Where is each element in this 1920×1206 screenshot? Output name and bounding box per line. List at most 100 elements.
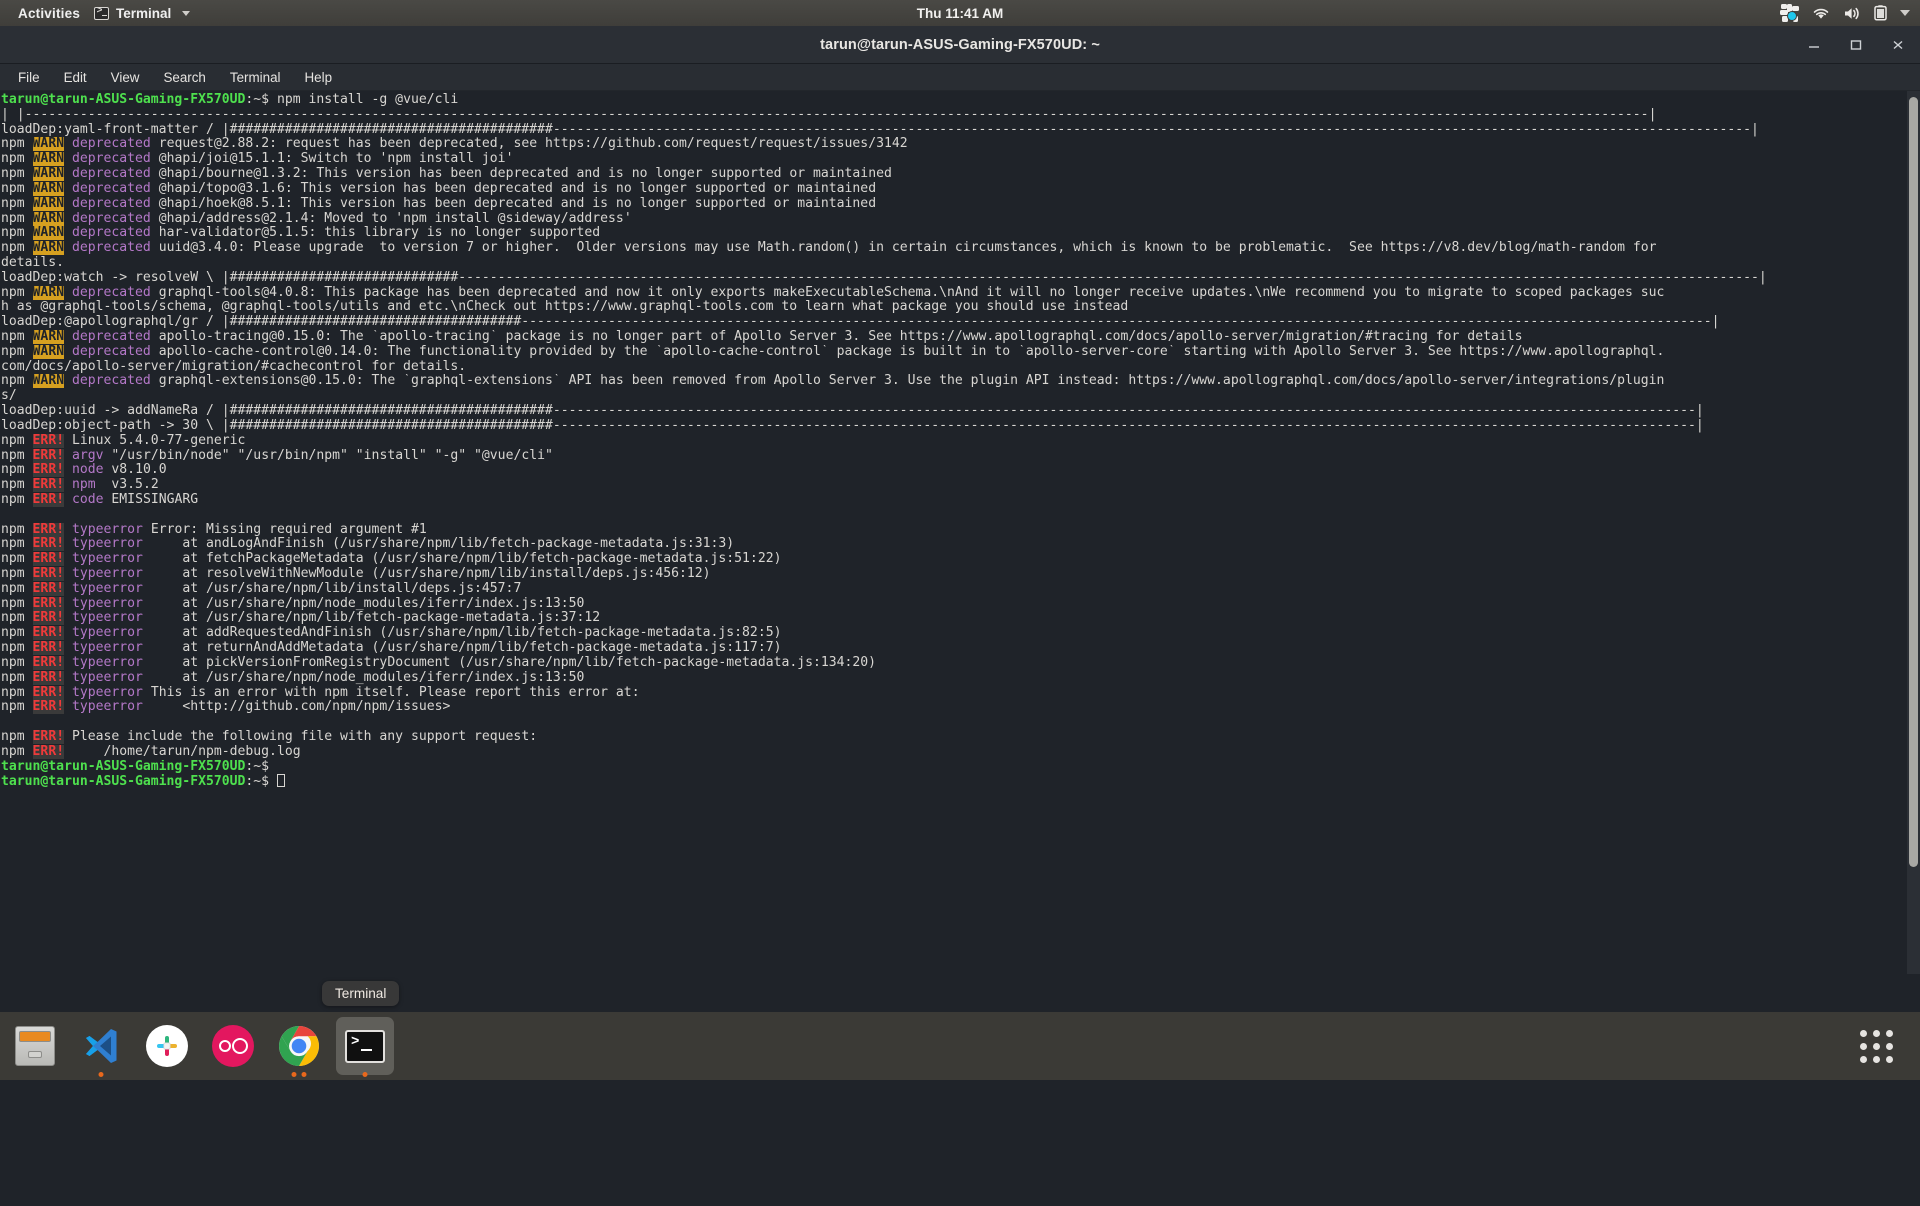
terminal-text: ERR! — [33, 434, 65, 448]
terminal-text: npm — [1, 745, 33, 759]
terminal-text: ERR! — [33, 478, 65, 492]
app-grid-icon — [1860, 1030, 1893, 1063]
terminal-text — [64, 597, 72, 611]
terminal-text: npm — [1, 330, 33, 344]
terminal-text: graphql-extensions@0.15.0: The `graphql-… — [151, 374, 1665, 388]
terminal-line: npm ERR! code EMISSINGARG — [1, 493, 1920, 508]
wifi-icon[interactable] — [1812, 6, 1830, 20]
terminal-text: deprecated — [72, 167, 151, 181]
dock-item-files[interactable] — [6, 1017, 64, 1075]
terminal-text: <http://github.com/npm/npm/issues> — [143, 700, 450, 714]
terminal-text: WARN — [33, 345, 65, 359]
volume-icon[interactable] — [1843, 6, 1861, 21]
terminal-text: npm — [1, 197, 33, 211]
terminal-line: npm ERR! typeerror This is an error with… — [1, 686, 1920, 701]
show-applications-button[interactable] — [1846, 1012, 1906, 1080]
terminal-text: ERR! — [33, 493, 65, 507]
oo-icon — [212, 1025, 254, 1067]
terminal-icon — [94, 7, 109, 20]
terminal-line: npm ERR! typeerror at /usr/share/npm/lib… — [1, 611, 1920, 626]
running-indicator — [99, 1072, 104, 1077]
terminal-text: @hapi/bourne@1.3.2: This version has bee… — [151, 167, 892, 181]
terminal-text: loadDep:object-path -> 30 \ |###########… — [1, 419, 1704, 433]
terminal-line: npm WARN deprecated @hapi/hoek@8.5.1: Th… — [1, 197, 1920, 212]
terminal-line: npm ERR! /home/tarun/npm-debug.log — [1, 745, 1920, 760]
terminal-output[interactable]: tarun@tarun-ASUS-Gaming-FX570UD:~$ npm i… — [0, 91, 1920, 789]
terminal-text: npm install -g @vue/cli — [277, 93, 458, 107]
terminal-line: npm ERR! Please include the following fi… — [1, 730, 1920, 745]
terminal-line — [1, 508, 1920, 523]
terminal-text: apollo-cache-control@0.14.0: The functio… — [151, 345, 1665, 359]
terminal-text: npm — [1, 730, 33, 744]
terminal-scrollbar[interactable] — [1907, 91, 1920, 974]
terminal-text — [64, 345, 72, 359]
window-title-bar[interactable]: tarun@tarun-ASUS-Gaming-FX570UD: ~ — [0, 26, 1920, 64]
terminal-text: deprecated — [72, 197, 151, 211]
menu-item-search[interactable]: Search — [153, 67, 215, 88]
menu-item-help[interactable]: Help — [295, 67, 343, 88]
terminal-text: /home/tarun/npm-debug.log — [64, 745, 301, 759]
terminal-text: npm — [1, 182, 33, 196]
terminal-text — [64, 463, 72, 477]
terminal-line: npm WARN deprecated @hapi/address@2.1.4:… — [1, 212, 1920, 227]
dock-item-chrome[interactable] — [270, 1017, 328, 1075]
terminal-text: argv — [72, 449, 104, 463]
terminal-line: details. — [1, 256, 1920, 271]
terminal-line: npm ERR! typeerror at /usr/share/npm/nod… — [1, 597, 1920, 612]
terminal-line: loadDep:uuid -> addNameRa / |###########… — [1, 404, 1920, 419]
terminal-text: tarun@tarun-ASUS-Gaming-FX570UD — [1, 760, 245, 774]
menu-item-terminal[interactable]: Terminal — [220, 67, 291, 88]
dock-item-oo[interactable] — [204, 1017, 262, 1075]
app-menu-button[interactable]: Terminal — [94, 6, 190, 21]
terminal-text: deprecated — [72, 226, 151, 240]
app-menu-label: Terminal — [116, 6, 171, 21]
terminal-line: npm WARN deprecated @hapi/bourne@1.3.2: … — [1, 167, 1920, 182]
terminal-text: npm — [1, 137, 33, 151]
pinwheel-icon[interactable] — [1780, 4, 1799, 23]
terminal-text: ERR! — [33, 567, 65, 581]
terminal-text: typeerror — [72, 656, 143, 670]
terminal-line: tarun@tarun-ASUS-Gaming-FX570UD:~$ — [1, 760, 1920, 775]
activities-button[interactable]: Activities — [0, 6, 94, 21]
terminal-text: npm — [1, 478, 33, 492]
terminal-line: npm ERR! typeerror at andLogAndFinish (/… — [1, 537, 1920, 552]
maximize-button[interactable] — [1846, 35, 1866, 55]
terminal-text — [64, 241, 72, 255]
menu-item-file[interactable]: File — [8, 67, 50, 88]
terminal-text: v3.5.2 — [96, 478, 159, 492]
menu-item-edit[interactable]: Edit — [54, 67, 97, 88]
tray-chevron-down-icon[interactable] — [1900, 10, 1910, 16]
minimize-button[interactable] — [1804, 35, 1824, 55]
terminal-text: at returnAndAddMetadata (/usr/share/npm/… — [143, 641, 782, 655]
terminal-line: npm ERR! npm v3.5.2 — [1, 478, 1920, 493]
dock-item-slack[interactable] — [138, 1017, 196, 1075]
gnome-top-bar: Activities Terminal Thu 11:41 AM — [0, 0, 1920, 26]
terminal-text: npm — [72, 478, 96, 492]
terminal-line: npm ERR! typeerror at pickVersionFromReg… — [1, 656, 1920, 671]
scrollbar-thumb[interactable] — [1909, 97, 1918, 867]
terminal-text: npm — [1, 686, 33, 700]
terminal-text: code — [72, 493, 104, 507]
terminal-text: at pickVersionFromRegistryDocument (/usr… — [143, 656, 876, 670]
terminal-text: h as @graphql-tools/schema, @graphql-too… — [1, 300, 1128, 314]
terminal-text — [64, 182, 72, 196]
terminal-text — [64, 567, 72, 581]
terminal-text: npm — [1, 434, 33, 448]
terminal-text: deprecated — [72, 374, 151, 388]
close-button[interactable] — [1888, 35, 1908, 55]
terminal-text: ERR! — [33, 537, 65, 551]
window-title: tarun@tarun-ASUS-Gaming-FX570UD: ~ — [820, 37, 1100, 53]
terminal-text — [64, 552, 72, 566]
terminal-text: at /usr/share/npm/node_modules/iferr/ind… — [143, 597, 584, 611]
clock[interactable]: Thu 11:41 AM — [917, 6, 1004, 21]
battery-icon[interactable] — [1874, 5, 1887, 21]
terminal-text: :~$ — [245, 774, 277, 789]
terminal-text: deprecated — [72, 286, 151, 300]
terminal-viewport[interactable]: tarun@tarun-ASUS-Gaming-FX570UD:~$ npm i… — [0, 91, 1920, 974]
terminal-line: npm ERR! node v8.10.0 — [1, 463, 1920, 478]
dock-item-terminal[interactable] — [336, 1017, 394, 1075]
terminal-text — [64, 137, 72, 151]
dock-item-vscode[interactable] — [72, 1017, 130, 1075]
menu-item-view[interactable]: View — [101, 67, 150, 88]
terminal-text: typeerror — [72, 611, 143, 625]
